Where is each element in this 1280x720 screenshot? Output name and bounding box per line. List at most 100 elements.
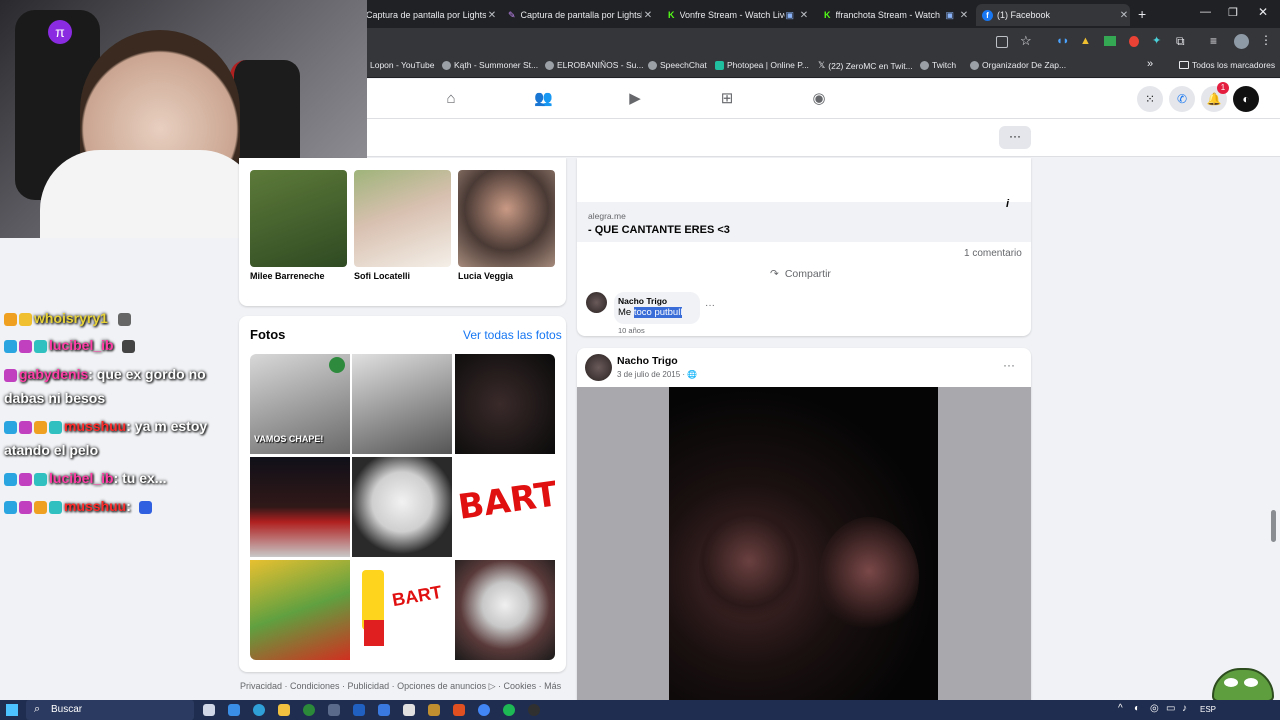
network-icon[interactable]: ▭ (1166, 703, 1175, 714)
more-options-button[interactable]: ··· (999, 126, 1031, 149)
bookmarks-more[interactable]: » (1147, 58, 1153, 70)
new-tab-button[interactable]: + (1138, 6, 1146, 22)
tab-1[interactable]: Captura de pantalla por Lightsh ✕ (360, 4, 498, 26)
reading-list-icon[interactable]: ≡ (1210, 34, 1217, 48)
edge-icon[interactable] (253, 704, 265, 716)
profile-avatar[interactable] (1234, 34, 1249, 49)
page-scrollbar-thumb[interactable] (1271, 510, 1276, 542)
menu-grid-icon[interactable]: ⁙ (1137, 86, 1163, 112)
extension-icon[interactable] (1129, 36, 1139, 47)
friend-photo[interactable] (458, 170, 555, 267)
photo-thumb[interactable] (352, 457, 452, 557)
bookmark-item[interactable]: Photopea | Online P... (715, 60, 809, 70)
bookmark-item[interactable]: 𝕏 (22) ZeroMC en Twit... (818, 60, 913, 71)
bookmark-item[interactable]: Twitch (920, 60, 956, 70)
info-icon[interactable]: i (1006, 198, 1009, 210)
app-icon[interactable] (453, 704, 465, 716)
extension-icon[interactable]: ◖◗ (1056, 35, 1069, 47)
post-media[interactable] (577, 387, 1031, 700)
extension-icon[interactable]: ▲ (1080, 35, 1091, 47)
task-view-icon[interactable] (203, 704, 215, 716)
taskbar-search[interactable]: ⌕ Buscar (26, 700, 194, 720)
bookmark-item[interactable]: Organizador De Zap... (970, 60, 1066, 70)
tab-facebook[interactable]: f (1) Facebook ✕ (976, 4, 1130, 26)
tab-3[interactable]: K Vonfre Stream - Watch Live ▣ ✕ (662, 4, 810, 26)
obs-icon[interactable] (528, 704, 540, 716)
author-avatar[interactable] (585, 354, 612, 381)
friend-photo[interactable] (354, 170, 451, 267)
app-icon[interactable] (378, 704, 390, 716)
photo-thumb[interactable]: BART (455, 457, 555, 557)
friends-icon[interactable]: 👥 (534, 91, 553, 107)
app-icon[interactable] (403, 704, 415, 716)
video-icon[interactable]: ▶ (626, 91, 644, 107)
close-tab-icon[interactable]: ✕ (798, 10, 810, 21)
extension-icon[interactable]: ✦ (1152, 34, 1161, 47)
folder-icon (1179, 61, 1189, 69)
home-icon[interactable]: ⌂ (442, 91, 460, 107)
app-icon[interactable] (353, 704, 365, 716)
volume-icon[interactable]: ♪ (1182, 703, 1187, 714)
bookmark-item[interactable]: Lopon - YouTube (370, 60, 434, 70)
photo-thumb[interactable]: BART (352, 560, 452, 660)
post-date[interactable]: 3 de julio de 2015 · 🌐 (617, 370, 697, 379)
close-tab-icon[interactable]: ✕ (958, 10, 970, 21)
extension-icon[interactable] (1104, 36, 1116, 46)
post-photo[interactable] (669, 387, 938, 700)
messenger-icon[interactable]: ✆ (1169, 86, 1195, 112)
app-icon[interactable] (228, 704, 240, 716)
chrome-icon[interactable] (478, 704, 490, 716)
photo-thumb[interactable] (455, 354, 555, 454)
windows-start-icon[interactable] (6, 704, 18, 716)
see-all-photos-link[interactable]: Ver todas las fotos (463, 328, 562, 342)
photo-thumb[interactable] (455, 560, 555, 660)
app-icon[interactable] (303, 704, 315, 716)
tray-arrow-icon[interactable]: ^ (1118, 703, 1123, 714)
app-icon[interactable] (328, 704, 340, 716)
post-options-icon[interactable]: ··· (1003, 358, 1015, 372)
maximize-icon[interactable]: ❐ (1228, 6, 1238, 19)
bookmark-item[interactable]: SpeechChat (648, 60, 707, 70)
account-avatar[interactable]: ◐ (1233, 86, 1259, 112)
close-tab-icon[interactable]: ✕ (1118, 10, 1130, 21)
comments-count[interactable]: 1 comentario (964, 248, 1022, 259)
minimize-icon[interactable]: — (1200, 6, 1211, 18)
bookmark-item[interactable]: Kąth - Summoner St... (442, 60, 538, 70)
comment-author[interactable]: Nacho Trigo (618, 296, 667, 306)
friend-name[interactable]: Milee Barreneche (250, 271, 325, 281)
photo-thumb[interactable]: VAMOS CHAPE! (250, 354, 350, 454)
share-button[interactable]: ↷ Compartir (770, 268, 831, 280)
tray-icon[interactable]: ◎ (1150, 703, 1159, 714)
spotify-icon[interactable] (503, 704, 515, 716)
marketplace-icon[interactable]: ⊞ (718, 91, 736, 107)
all-bookmarks[interactable]: Todos los marcadores (1179, 60, 1275, 70)
photo-thumb[interactable] (250, 457, 350, 557)
friend-name[interactable]: Lucia Veggia (458, 271, 513, 281)
photo-thumb[interactable] (250, 560, 350, 660)
close-window-icon[interactable]: ✕ (1258, 5, 1268, 19)
tab-2[interactable]: ✎ Captura de pantalla por Lightsh ✕ (502, 4, 654, 26)
commenter-avatar[interactable] (586, 292, 607, 313)
bookmark-item[interactable]: ELROBANIÑOS - Su... (545, 60, 643, 70)
install-icon[interactable] (996, 36, 1008, 48)
tray-icon[interactable]: ◐ (1134, 703, 1140, 714)
friend-photo[interactable] (250, 170, 347, 267)
close-tab-icon[interactable]: ✕ (642, 10, 654, 21)
app-icon[interactable] (428, 704, 440, 716)
link-title[interactable]: - QUE CANTANTE ERES <3 (588, 224, 730, 236)
link-preview[interactable] (577, 202, 1031, 242)
tab-4[interactable]: Kffranchota Stream - Watch ▣ ✕ (818, 4, 970, 26)
footer-links[interactable]: Privacidad · Condiciones · Publicidad · … (240, 681, 561, 692)
friend-name[interactable]: Sofi Locatelli (354, 271, 410, 281)
comment-options-icon[interactable]: ··· (705, 300, 715, 311)
star-icon[interactable]: ☆ (1020, 33, 1032, 49)
groups-icon[interactable]: ◉ (810, 91, 828, 107)
post-author[interactable]: Nacho Trigo (617, 355, 678, 367)
puzzle-icon[interactable]: ⧉ (1176, 34, 1185, 49)
language-indicator[interactable]: ESP (1200, 705, 1216, 714)
file-explorer-icon[interactable] (278, 704, 290, 716)
close-tab-icon[interactable]: ✕ (486, 10, 498, 21)
menu-icon[interactable]: ⋮ (1260, 33, 1272, 47)
comment-time[interactable]: 10 años (618, 326, 645, 335)
photo-thumb[interactable] (352, 354, 452, 454)
